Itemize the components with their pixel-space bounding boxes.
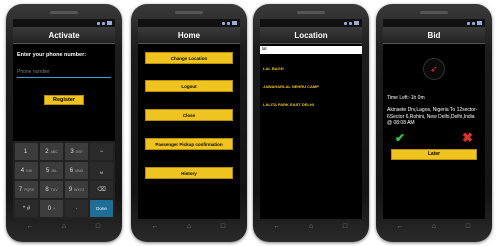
recent-apps-icon[interactable]: □ (338, 221, 352, 231)
battery-icon (107, 21, 112, 25)
recent-apps-icon[interactable]: □ (216, 221, 230, 231)
home-icon[interactable]: ⌂ (57, 221, 71, 231)
recent-apps-icon[interactable]: □ (461, 221, 475, 231)
key-symbols[interactable]: * # (15, 200, 38, 217)
back-icon[interactable]: ← (148, 221, 162, 231)
key-7[interactable]: 7 PQRS (15, 181, 38, 198)
key-8[interactable]: 8 TUV (40, 181, 63, 198)
accept-check-icon[interactable]: ✔ (395, 131, 405, 145)
battery-icon (354, 21, 359, 25)
phone-home: Home Change Location Logout Close Passen… (131, 4, 247, 242)
signal-icon (227, 21, 230, 25)
key-4[interactable]: 4 GHI (15, 162, 38, 179)
change-location-button[interactable]: Change Location (145, 52, 233, 64)
location-result-item[interactable]: JAWAHARLAL NEHRU CAMP (263, 84, 362, 89)
battery-icon (232, 21, 237, 25)
signal-icon (472, 21, 475, 25)
home-icon[interactable]: ⌂ (304, 221, 318, 231)
key-5[interactable]: 5 JKL (40, 162, 63, 179)
page-title: Home (138, 27, 240, 44)
location-search-input[interactable]: lal (260, 46, 362, 54)
phone-number-input[interactable] (17, 66, 111, 78)
key-9[interactable]: 9 WXYZ (65, 181, 88, 198)
screen-location: Location lal LAL BAGH JAWAHARLAL NEHRU C… (260, 19, 362, 219)
numeric-keypad: 1 2 ABC 3 DEF − 4 GHI 5 JKL 6 MNO ␣ 7 PQRS 8 TU… (13, 141, 115, 219)
time-left-text: Time Left:-1h 0m (387, 95, 425, 101)
status-bar (260, 19, 362, 27)
key-space[interactable]: ␣ (90, 162, 113, 179)
back-icon[interactable]: ← (270, 221, 284, 231)
backspace-key[interactable]: ⌫ (90, 181, 113, 198)
bid-actions: ✔ ✖ (395, 130, 473, 146)
key-0[interactable]: 0 + (40, 200, 63, 217)
app-logo-icon: ➶ (423, 58, 445, 80)
nav-bar: ← ⌂ □ (383, 220, 485, 232)
back-icon[interactable]: ← (23, 221, 37, 231)
wifi-icon (467, 21, 470, 25)
route-address-text: Akinsete Drv,Lagos, Nigeria To 12sector-… (387, 107, 478, 120)
screen-activate: Activate Enter your phone number: Regist… (13, 19, 115, 219)
nav-bar: ← ⌂ □ (260, 220, 362, 232)
status-bar (383, 19, 485, 27)
phone-location: Location lal LAL BAGH JAWAHARLAL NEHRU C… (253, 4, 369, 242)
page-title: Location (260, 27, 362, 44)
reject-cross-icon[interactable]: ✖ (462, 130, 473, 146)
home-icon[interactable]: ⌂ (427, 221, 441, 231)
recent-apps-icon[interactable]: □ (91, 221, 105, 231)
nav-bar: ← ⌂ □ (13, 220, 115, 232)
nav-bar: ← ⌂ □ (138, 220, 240, 232)
location-result-item[interactable]: LALITA PARK EAST DELHI (263, 102, 362, 107)
screen-home: Home Change Location Logout Close Passen… (138, 19, 240, 219)
register-button[interactable]: Register (44, 95, 84, 105)
pickup-time-text: @ 08:08 AM (387, 120, 415, 127)
phone-number-label: Enter your phone number: (17, 52, 87, 58)
wifi-icon (97, 21, 100, 25)
battery-icon (477, 21, 482, 25)
close-button[interactable]: Close (145, 109, 233, 121)
page-title: Bid (383, 27, 485, 44)
speaker-grille (175, 11, 203, 14)
speaker-grille (50, 11, 78, 14)
key-3[interactable]: 3 DEF (65, 143, 88, 160)
passenger-pickup-button[interactable]: Passenger Pickup confirmation (145, 138, 233, 150)
back-icon[interactable]: ← (393, 221, 407, 231)
later-button[interactable]: Later (391, 148, 477, 160)
home-icon[interactable]: ⌂ (182, 221, 196, 231)
location-result-item[interactable]: LAL BAGH (263, 66, 362, 71)
signal-icon (349, 21, 352, 25)
wifi-icon (344, 21, 347, 25)
key-minus[interactable]: − (90, 143, 113, 160)
logout-button[interactable]: Logout (145, 80, 233, 92)
key-6[interactable]: 6 MNO (65, 162, 88, 179)
key-1[interactable]: 1 (15, 143, 38, 160)
page-title: Activate (13, 27, 115, 44)
phone-bid: Bid ➶ Time Left:-1h 0m Akinsete Drv,Lago… (376, 4, 492, 242)
signal-icon (102, 21, 105, 25)
status-bar (138, 19, 240, 27)
speaker-grille (297, 11, 325, 14)
screen-bid: Bid ➶ Time Left:-1h 0m Akinsete Drv,Lago… (383, 19, 485, 219)
phone-activate: Activate Enter your phone number: Regist… (6, 4, 122, 242)
key-2[interactable]: 2 ABC (40, 143, 63, 160)
status-bar (13, 19, 115, 27)
wifi-icon (222, 21, 225, 25)
done-key[interactable]: Done (90, 200, 113, 217)
history-button[interactable]: History (145, 167, 233, 179)
key-dot[interactable]: · (65, 200, 88, 217)
speaker-grille (420, 11, 448, 14)
